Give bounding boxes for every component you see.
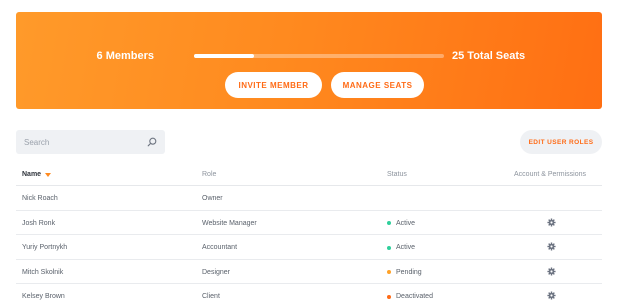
status-dot-icon — [387, 294, 391, 299]
column-header-name[interactable]: Name — [22, 170, 52, 179]
member-status-label: Active — [396, 244, 416, 251]
seat-usage-row: 6 Members 25 Total Seats — [16, 49, 602, 63]
gear-icon[interactable] — [547, 217, 556, 227]
gear-icon[interactable] — [547, 291, 556, 300]
members-count: 6 Members — [96, 50, 154, 62]
table-row: Yuriy Portnykh Accountant Active — [16, 235, 602, 260]
member-settings-button[interactable] — [547, 242, 556, 251]
member-status: Active — [387, 219, 415, 228]
member-settings-button[interactable] — [547, 217, 556, 227]
status-dot-icon — [387, 270, 391, 274]
search-box[interactable] — [16, 130, 165, 154]
total-seats: 25 Total Seats — [452, 50, 526, 62]
seat-usage-progress-fill — [194, 54, 254, 58]
member-settings-button[interactable] — [547, 291, 556, 300]
member-role: Website Manager — [202, 219, 257, 227]
status-dot-icon — [387, 245, 391, 250]
member-role: Accountant — [202, 244, 238, 251]
seats-banner: 6 Members 25 Total Seats INVITE MEMBER M… — [16, 12, 602, 109]
status-dot-icon — [387, 221, 391, 225]
gear-icon[interactable] — [547, 266, 556, 276]
gear-icon[interactable] — [547, 242, 556, 251]
table-row: Nick Roach Owner — [16, 186, 602, 211]
column-header-status: Status — [387, 171, 407, 178]
column-header-name-label: Name — [22, 171, 42, 178]
member-status-label: Pending — [396, 268, 422, 276]
search-input[interactable] — [24, 137, 147, 147]
members-table: Name Role Status Account & Permissions N… — [16, 162, 602, 300]
invite-member-button[interactable]: INVITE MEMBER — [225, 72, 322, 98]
member-role: Client — [202, 293, 220, 300]
table-row: Kelsey Brown Client Deactivated — [16, 284, 602, 300]
member-status: Active — [387, 243, 415, 252]
member-status: Pending — [387, 268, 422, 277]
member-name: Josh Ronk — [22, 219, 56, 227]
column-header-permissions: Account & Permissions — [514, 171, 586, 178]
table-row: Josh Ronk Website Manager Active — [16, 211, 602, 235]
member-status: Deactivated — [387, 292, 433, 300]
member-settings-button[interactable] — [547, 266, 556, 276]
member-name: Nick Roach — [22, 195, 58, 202]
sort-down-icon[interactable] — [45, 172, 52, 177]
column-header-role: Role — [202, 171, 217, 178]
member-name: Yuriy Portnykh — [22, 244, 68, 251]
member-name: Kelsey Brown — [22, 293, 65, 300]
edit-user-roles-button[interactable]: EDIT USER ROLES — [520, 130, 602, 154]
member-status-label: Active — [396, 219, 416, 227]
manage-seats-button[interactable]: MANAGE SEATS — [331, 72, 424, 98]
member-role: Owner — [202, 195, 223, 202]
table-row: Mitch Skolnik Designer Pending — [16, 260, 602, 284]
member-role: Designer — [202, 268, 231, 276]
table-body: Nick Roach Owner Josh Ronk Website Manager A… — [16, 186, 602, 300]
seat-usage-progress — [194, 54, 444, 58]
search-icon[interactable] — [147, 137, 157, 147]
member-status-label: Deactivated — [396, 293, 433, 300]
table-header: Name Role Status Account & Permissions — [16, 162, 602, 186]
member-name: Mitch Skolnik — [22, 268, 64, 276]
